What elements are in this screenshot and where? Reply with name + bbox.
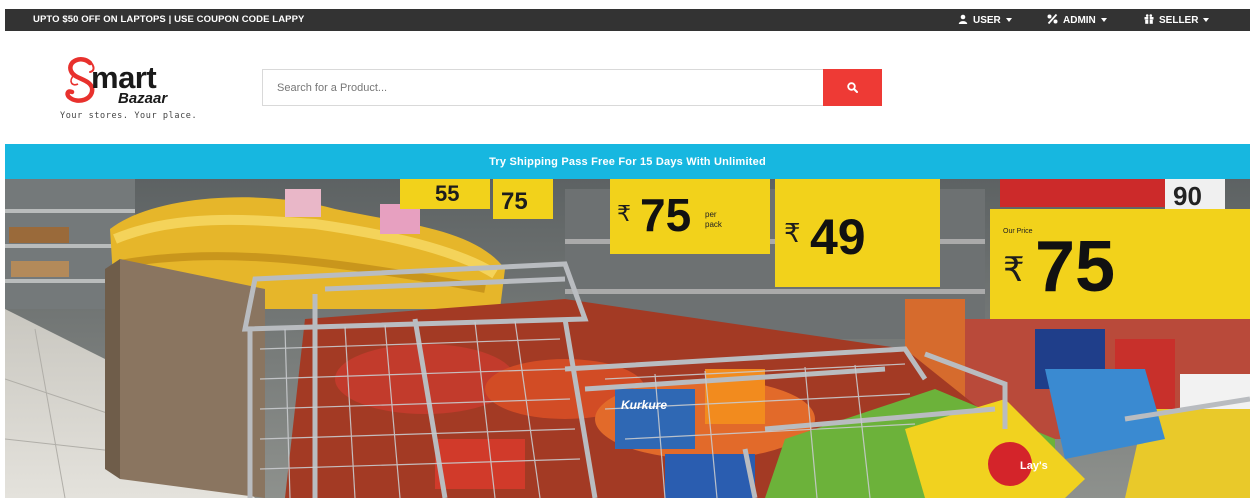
search-input[interactable] xyxy=(262,69,823,106)
svg-text:pack: pack xyxy=(705,220,723,229)
seller-menu[interactable]: SELLER xyxy=(1144,9,1210,31)
user-menu-label: USER xyxy=(973,14,1001,26)
user-menu[interactable]: USER xyxy=(958,9,1012,31)
search-bar xyxy=(262,69,882,106)
search-button[interactable] xyxy=(823,69,882,106)
price-tag-currency: ₹ xyxy=(1003,251,1025,289)
promo-text: UPTO $50 OFF ON LAPTOPS | USE COUPON COD… xyxy=(33,14,305,25)
price-tag-currency: ₹ xyxy=(784,218,801,248)
shipping-banner[interactable]: Try Shipping Pass Free For 15 Days With … xyxy=(5,144,1250,179)
price-tag-currency: ₹ xyxy=(617,201,631,226)
price-tag-value: 75 xyxy=(1035,227,1115,307)
svg-text:75: 75 xyxy=(501,188,528,215)
logo-subtitle: Bazaar xyxy=(118,90,168,107)
admin-menu[interactable]: ADMIN xyxy=(1047,9,1107,31)
chevron-down-icon xyxy=(1203,18,1210,22)
price-tag-value: 49 xyxy=(810,209,866,265)
chevron-down-icon xyxy=(1005,18,1012,22)
supermarket-photo: 55 75 ₹ 75 per pack ₹ 49 90 Our Price ₹ … xyxy=(5,179,1250,498)
top-bar: UPTO $50 OFF ON LAPTOPS | USE COUPON COD… xyxy=(5,9,1250,31)
gift-icon xyxy=(1144,13,1154,27)
site-logo[interactable]: mart Bazaar Your stores. Your place. xyxy=(60,57,200,125)
user-icon xyxy=(958,14,968,27)
svg-text:per: per xyxy=(705,210,717,219)
price-tag-value: 75 xyxy=(640,189,691,241)
logo-tagline: Your stores. Your place. xyxy=(60,111,198,121)
price-tag-value: 90 xyxy=(1173,181,1202,211)
svg-text:55: 55 xyxy=(435,181,459,206)
admin-menu-label: ADMIN xyxy=(1063,14,1096,26)
chevron-down-icon xyxy=(1100,18,1107,22)
page: UPTO $50 OFF ON LAPTOPS | USE COUPON COD… xyxy=(0,0,1250,498)
percent-icon xyxy=(1047,13,1058,27)
price-tag-note: Our Price xyxy=(1003,228,1033,235)
search-icon xyxy=(847,82,858,93)
svg-text:Lay's: Lay's xyxy=(1020,460,1048,472)
shipping-banner-text: Try Shipping Pass Free For 15 Days With … xyxy=(489,155,766,168)
seller-menu-label: SELLER xyxy=(1159,14,1199,26)
svg-text:Kurkure: Kurkure xyxy=(621,398,667,412)
hero-image: 55 75 ₹ 75 per pack ₹ 49 90 Our Price ₹ … xyxy=(5,179,1250,498)
